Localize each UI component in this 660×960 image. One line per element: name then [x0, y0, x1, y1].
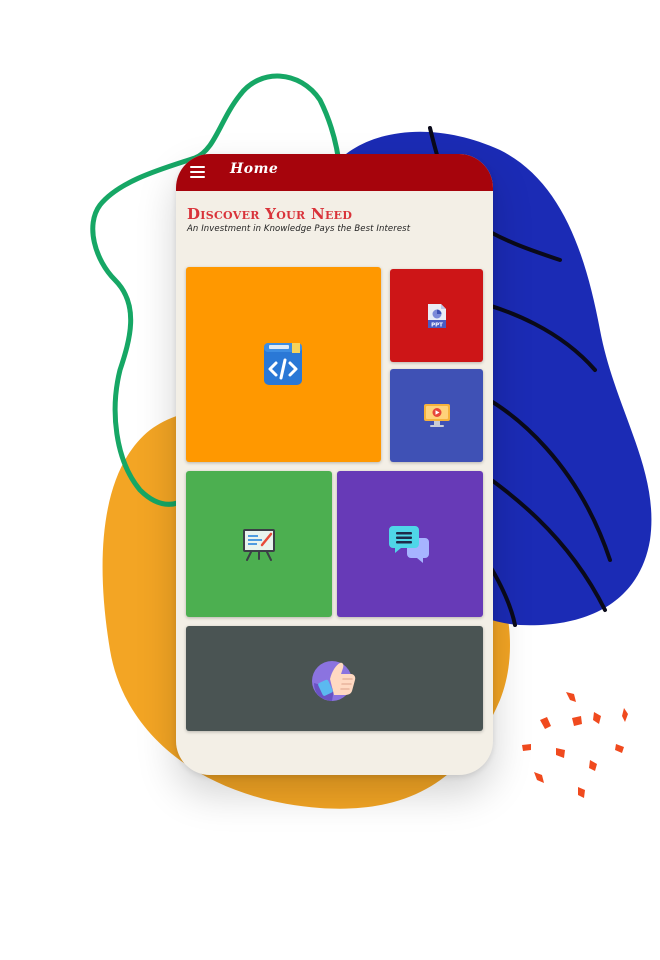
app-bar: Home	[176, 154, 493, 191]
code-book-icon	[264, 343, 302, 385]
tile-code-book[interactable]	[186, 267, 381, 462]
hamburger-menu-icon[interactable]	[190, 166, 205, 178]
video-monitor-icon	[424, 404, 450, 427]
page-title: Discover Your Need	[187, 205, 353, 223]
thumbs-up-icon	[312, 661, 356, 701]
ppt-icon-label: PPT	[431, 323, 443, 329]
confetti-marks	[522, 692, 628, 798]
ppt-file-icon: PPT	[428, 304, 446, 329]
tile-presentation-board[interactable]	[186, 471, 332, 617]
presentation-board-icon	[243, 529, 275, 561]
page-subtitle: An Investment in Knowledge Pays the Best…	[187, 224, 411, 234]
tile-video-monitor[interactable]	[390, 369, 483, 462]
chat-bubbles-icon	[389, 526, 429, 563]
tile-ppt-file[interactable]: PPT	[390, 269, 483, 362]
tile-thumbs-up[interactable]	[186, 626, 483, 731]
tile-chat-bubbles[interactable]	[337, 471, 483, 617]
marketing-illustration: Home Discover Your Need An Investment in…	[0, 0, 660, 960]
phone-frame: Home Discover Your Need An Investment in…	[176, 154, 493, 775]
app-bar-title: Home	[230, 161, 279, 177]
